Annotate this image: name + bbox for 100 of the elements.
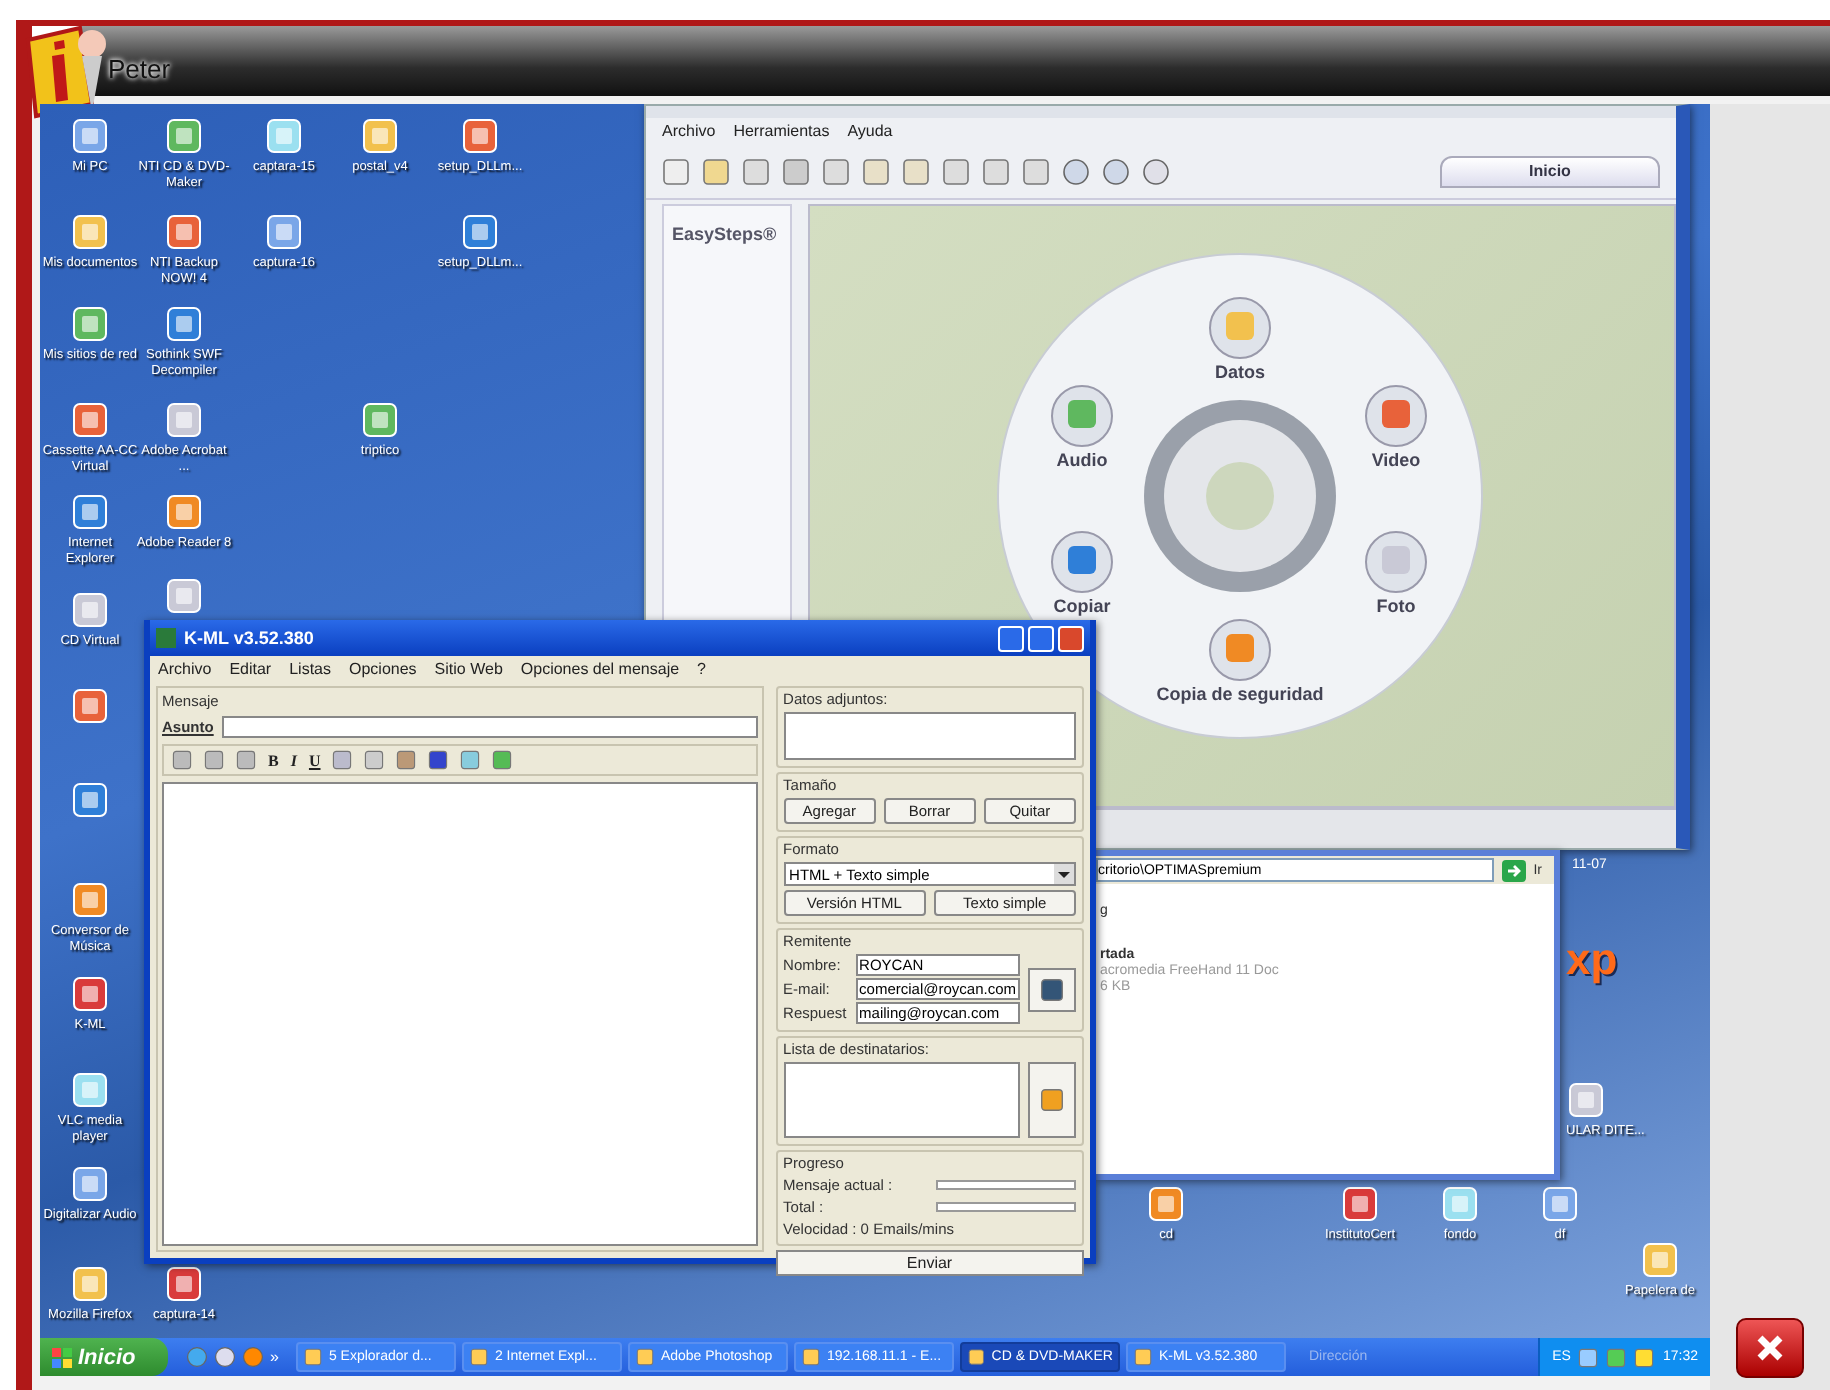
- tray-icon[interactable]: [1578, 1347, 1599, 1367]
- disc-option-label[interactable]: Copiar: [1053, 596, 1111, 616]
- menu-item[interactable]: Sitio Web: [434, 660, 503, 678]
- go-arrow-icon[interactable]: [1501, 859, 1526, 881]
- menu-item[interactable]: Ayuda: [847, 122, 893, 140]
- toolbar-icon[interactable]: [396, 750, 417, 770]
- format-tool[interactable]: U: [308, 751, 321, 769]
- menu-item[interactable]: Archivo: [662, 122, 716, 140]
- program-icon[interactable]: [70, 974, 110, 1014]
- contact-button[interactable]: [1028, 967, 1076, 1011]
- disc-option-label[interactable]: Foto: [1376, 596, 1416, 616]
- app-icon[interactable]: [636, 1348, 655, 1366]
- disc-option-icon[interactable]: [1050, 384, 1114, 448]
- quick-launch-icon[interactable]: [186, 1346, 208, 1368]
- tray-icon[interactable]: [1606, 1347, 1627, 1367]
- program-icon[interactable]: [70, 400, 110, 440]
- toolbar-icon[interactable]: [702, 157, 730, 185]
- maximize-button[interactable]: [1028, 625, 1054, 651]
- recipient-button[interactable]: [1028, 1062, 1076, 1138]
- message-field[interactable]: [162, 782, 758, 1246]
- program-icon[interactable]: [1146, 1184, 1186, 1224]
- program-icon[interactable]: [70, 1164, 110, 1204]
- toolbar-icon[interactable]: [822, 157, 850, 185]
- program-icon[interactable]: [164, 116, 204, 156]
- menu-item[interactable]: Editar: [229, 660, 272, 678]
- minimize-button[interactable]: [998, 625, 1024, 651]
- menu-item[interactable]: Listas: [289, 660, 331, 678]
- send-button[interactable]: Enviar: [775, 1250, 1084, 1276]
- toolbar-icon[interactable]: [1062, 157, 1090, 185]
- program-icon[interactable]: [70, 116, 110, 156]
- program-icon[interactable]: [164, 576, 204, 616]
- program-icon[interactable]: [70, 212, 110, 252]
- program-icon[interactable]: [1440, 1184, 1480, 1224]
- program-icon[interactable]: [70, 304, 110, 344]
- program-icon[interactable]: [360, 116, 400, 156]
- program-icon[interactable]: [1340, 1184, 1380, 1224]
- program-icon[interactable]: [70, 686, 110, 726]
- menu-item[interactable]: Opciones del mensaje: [520, 660, 680, 678]
- menu-item[interactable]: Archivo: [158, 660, 212, 678]
- program-icon[interactable]: [70, 1070, 110, 1110]
- dropdown-icon[interactable]: [1054, 864, 1074, 884]
- program-icon[interactable]: [164, 1264, 204, 1304]
- program-icon[interactable]: [164, 492, 204, 532]
- subject-field[interactable]: [221, 716, 758, 738]
- toolbar-icon[interactable]: [662, 157, 690, 185]
- program-icon[interactable]: [70, 492, 110, 532]
- attachments-list[interactable]: [783, 712, 1076, 760]
- toolbar-icon[interactable]: [492, 750, 513, 770]
- toolbar-icon[interactable]: [428, 750, 449, 770]
- format-tool[interactable]: B: [268, 751, 279, 769]
- program-icon[interactable]: [70, 590, 110, 630]
- close-button[interactable]: [1736, 1318, 1804, 1378]
- toolbar-icon[interactable]: [862, 157, 890, 185]
- menu-item[interactable]: Herramientas: [733, 122, 830, 140]
- toolbar-icon[interactable]: [364, 750, 385, 770]
- program-icon[interactable]: [164, 212, 204, 252]
- program-icon[interactable]: [164, 304, 204, 344]
- disc-option-icon[interactable]: [1208, 296, 1272, 360]
- disc-option-label[interactable]: Video: [1371, 450, 1421, 470]
- toolbar-icon[interactable]: [982, 157, 1010, 185]
- app-icon[interactable]: [968, 1348, 986, 1366]
- app-icon[interactable]: [802, 1348, 821, 1366]
- program-icon[interactable]: [70, 880, 110, 920]
- toolbar-icon[interactable]: [1022, 157, 1050, 185]
- tray-icon[interactable]: [1634, 1347, 1655, 1367]
- recipients-list[interactable]: [783, 1062, 1020, 1138]
- format-tool[interactable]: I: [290, 751, 297, 769]
- program-icon[interactable]: [264, 212, 304, 252]
- disc-option-icon[interactable]: [1208, 618, 1272, 682]
- tab[interactable]: Inicio: [1440, 155, 1660, 187]
- disc-option-icon[interactable]: [1364, 384, 1428, 448]
- quick-launch-icon[interactable]: [214, 1346, 236, 1368]
- person-icon[interactable]: [1040, 977, 1064, 1001]
- more-button[interactable]: »: [270, 1348, 279, 1366]
- program-icon[interactable]: [1566, 1080, 1606, 1120]
- menu-item[interactable]: Opciones: [349, 660, 417, 678]
- disc-option-label[interactable]: Copia de seguridad: [1156, 684, 1324, 704]
- person-icon[interactable]: [1040, 1088, 1064, 1112]
- disc-option-icon[interactable]: [1364, 530, 1428, 594]
- disc-option-icon[interactable]: [1050, 530, 1114, 594]
- toolbar-icon[interactable]: [942, 157, 970, 185]
- app-icon[interactable]: [304, 1348, 323, 1366]
- toolbar-icon[interactable]: [332, 750, 353, 770]
- program-icon[interactable]: [460, 116, 500, 156]
- toolbar-icon[interactable]: [1102, 157, 1130, 185]
- toolbar-icon[interactable]: [1142, 157, 1170, 185]
- toolbar-icon[interactable]: [782, 157, 810, 185]
- quick-launch-icon[interactable]: [242, 1346, 264, 1368]
- disc-option-label[interactable]: Datos: [1215, 362, 1265, 382]
- app-icon[interactable]: [470, 1348, 489, 1366]
- menu-item[interactable]: ?: [697, 660, 706, 678]
- program-icon[interactable]: [360, 400, 400, 440]
- program-icon[interactable]: [164, 400, 204, 440]
- app-icon[interactable]: [1134, 1348, 1153, 1366]
- disc-option-label[interactable]: Audio: [1056, 450, 1108, 470]
- toolbar-icon[interactable]: [460, 750, 481, 770]
- toolbar-icon[interactable]: [902, 157, 930, 185]
- toolbar-icon[interactable]: [742, 157, 770, 185]
- program-icon[interactable]: [70, 1264, 110, 1304]
- program-icon[interactable]: [264, 116, 304, 156]
